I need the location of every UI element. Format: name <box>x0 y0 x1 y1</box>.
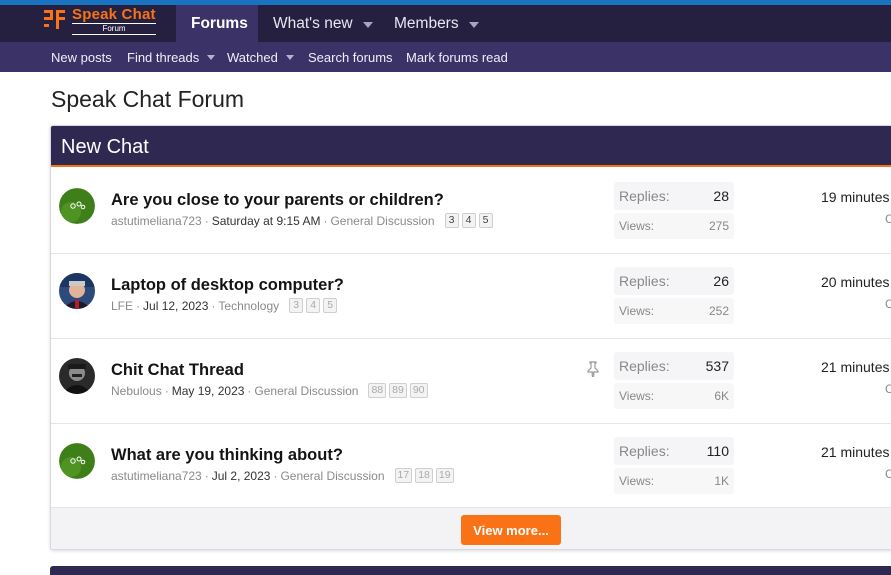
nav-tab-whats-new[interactable]: What's new <box>273 5 373 42</box>
latest-post-user[interactable]: C <box>885 382 891 396</box>
avatar[interactable] <box>59 358 95 394</box>
view-more-button[interactable]: View more... <box>461 515 561 545</box>
latest-post-user[interactable]: C <box>885 297 891 311</box>
page-jump: 3 4 5 <box>289 298 340 313</box>
subnav-new-posts[interactable]: New posts <box>51 42 112 72</box>
block-header: New Chat <box>51 126 891 167</box>
page-jump: 88 89 90 <box>368 383 430 398</box>
nav-tab-label: What's new <box>273 14 353 32</box>
subnav-label: Search forums <box>308 49 393 65</box>
subnav-find-threads[interactable]: Find threads <box>127 42 216 72</box>
latest-post-time[interactable]: 21 minutes <box>821 359 889 375</box>
nav-tab-members[interactable]: Members <box>394 5 479 42</box>
subnav-label: New posts <box>51 49 112 65</box>
next-block-header <box>50 566 891 575</box>
thread-forum[interactable]: General Discussion <box>254 384 358 398</box>
nav-tab-label: Members <box>394 14 459 32</box>
pin-icon <box>586 361 600 379</box>
subnav-search-forums[interactable]: Search forums <box>308 42 393 72</box>
nav-tab-label: Forums <box>191 14 248 32</box>
chevron-down-icon[interactable] <box>362 21 373 28</box>
page-link[interactable]: 88 <box>368 383 387 398</box>
page-jump: 17 18 19 <box>394 468 457 483</box>
thread-author[interactable]: LFE <box>111 299 133 313</box>
thread-date[interactable]: Jul 2, 2023 <box>212 469 271 483</box>
thread-date[interactable]: Saturday at 9:15 AM <box>212 214 321 228</box>
page-link[interactable]: 5 <box>478 213 493 228</box>
thread-title[interactable]: Are you close to your parents or childre… <box>111 191 444 210</box>
page-link[interactable]: 17 <box>394 468 413 483</box>
subnav-label: Find threads <box>127 49 200 65</box>
logo-mark-icon <box>44 8 66 30</box>
thread-meta: Nebulous · May 19, 2023 · General Discus… <box>111 383 431 398</box>
subnav-label: Watched <box>227 49 278 65</box>
page-link[interactable]: 4 <box>306 298 321 313</box>
thread-row: What are you thinking about? astutimelia… <box>51 424 891 509</box>
views-stat: Views: 275 <box>614 213 734 239</box>
thread-stats: Replies: 26 Views: 252 <box>614 267 734 327</box>
page-link[interactable]: 89 <box>389 383 407 398</box>
page-link[interactable]: 90 <box>409 383 428 398</box>
thread-row: Laptop of desktop computer? LFE · Jul 12… <box>51 254 891 339</box>
thread-meta: astutimeliana723 · Jul 2, 2023 · General… <box>111 468 457 483</box>
new-chat-block: New Chat Are you close to your parents o… <box>50 125 891 550</box>
page-jump: 3 4 5 <box>444 213 496 228</box>
page-link[interactable]: 3 <box>289 298 304 313</box>
thread-stats: Replies: 110 Views: 1K <box>614 437 734 497</box>
logo-subtitle: Forum <box>72 23 156 35</box>
logo-title: Speak Chat <box>72 6 156 23</box>
thread-forum[interactable]: General Discussion <box>280 469 384 483</box>
thread-title[interactable]: What are you thinking about? <box>111 446 343 465</box>
thread-row: Chit Chat Thread Nebulous · May 19, 2023… <box>51 339 891 424</box>
thread-author[interactable]: astutimeliana723 <box>111 214 202 228</box>
avatar[interactable] <box>59 443 95 479</box>
replies-stat: Replies: 28 <box>614 182 734 210</box>
page-link[interactable]: 3 <box>444 213 459 228</box>
views-stat: Views: 252 <box>614 298 734 324</box>
thread-row: Are you close to your parents or childre… <box>51 169 891 254</box>
thread-title[interactable]: Laptop of desktop computer? <box>111 276 344 295</box>
views-stat: Views: 1K <box>614 468 734 494</box>
page-link[interactable]: 19 <box>435 468 454 483</box>
subnav-label: Mark forums read <box>406 49 508 65</box>
subnav-mark-forums-read[interactable]: Mark forums read <box>406 42 508 72</box>
thread-meta: astutimeliana723 · Saturday at 9:15 AM ·… <box>111 213 496 228</box>
page-title: Speak Chat Forum <box>51 86 245 112</box>
nav-tab-forums[interactable]: Forums <box>176 5 258 42</box>
latest-post-time[interactable]: 19 minutes <box>821 189 889 205</box>
avatar[interactable] <box>59 273 95 309</box>
thread-author[interactable]: astutimeliana723 <box>111 469 202 483</box>
latest-post-time[interactable]: 20 minutes <box>821 274 889 290</box>
thread-stats: Replies: 28 Views: 275 <box>614 182 734 242</box>
site-logo[interactable]: Speak Chat Forum <box>44 6 156 35</box>
thread-forum[interactable]: General Discussion <box>330 214 434 228</box>
thread-date[interactable]: May 19, 2023 <box>172 384 245 398</box>
avatar[interactable] <box>59 188 95 224</box>
block-title[interactable]: New Chat <box>61 136 149 159</box>
page-link[interactable]: 4 <box>461 213 476 228</box>
chevron-down-icon[interactable] <box>468 21 479 28</box>
replies-stat: Replies: 110 <box>614 437 734 465</box>
block-footer: View more... <box>51 507 891 549</box>
latest-post-user[interactable]: C <box>885 212 891 226</box>
thread-title[interactable]: Chit Chat Thread <box>111 361 244 380</box>
thread-author[interactable]: Nebulous <box>111 384 162 398</box>
latest-post-user[interactable]: C <box>885 467 891 481</box>
thread-forum[interactable]: Technology <box>218 299 279 313</box>
thread-meta: LFE · Jul 12, 2023 · Technology 3 4 5 <box>111 298 340 313</box>
thread-date[interactable]: Jul 12, 2023 <box>143 299 208 313</box>
latest-post-time[interactable]: 21 minutes <box>821 444 889 460</box>
views-stat: Views: 6K <box>614 383 734 409</box>
replies-stat: Replies: 26 <box>614 267 734 295</box>
page-link[interactable]: 5 <box>323 298 338 313</box>
chevron-down-icon[interactable] <box>285 55 294 60</box>
subnav-watched[interactable]: Watched <box>227 42 294 72</box>
replies-stat: Replies: 537 <box>614 352 734 380</box>
page-link[interactable]: 18 <box>415 468 433 483</box>
thread-stats: Replies: 537 Views: 6K <box>614 352 734 412</box>
chevron-down-icon[interactable] <box>207 55 216 60</box>
